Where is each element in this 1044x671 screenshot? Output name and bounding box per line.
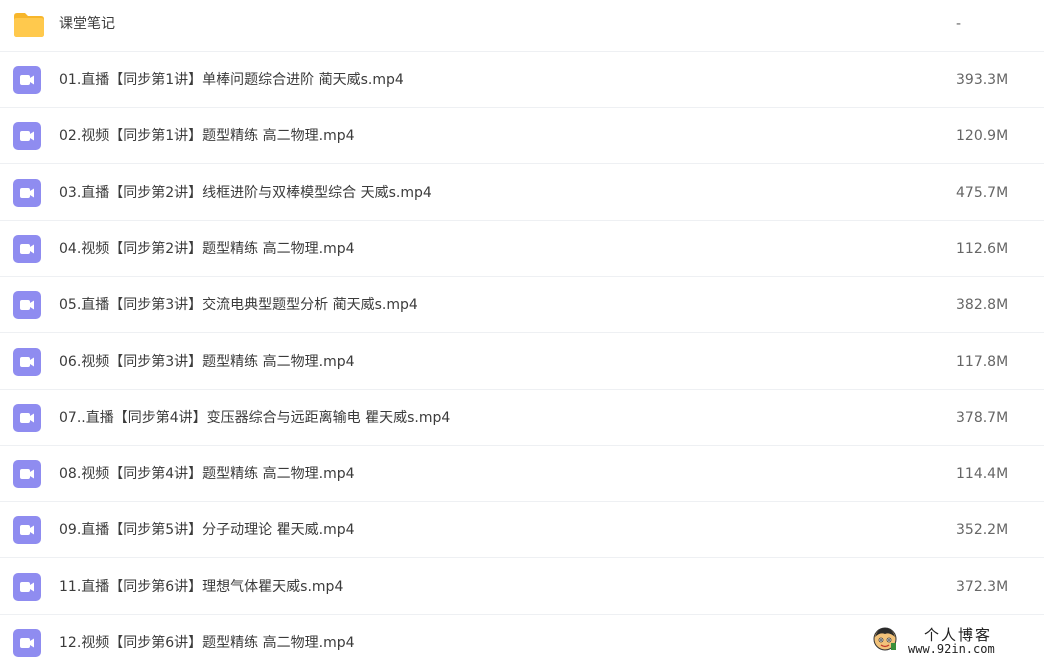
video-icon bbox=[13, 348, 41, 376]
file-row[interactable]: 02.视频【同步第1讲】题型精练 高二物理.mp4 120.9M bbox=[0, 108, 1044, 164]
file-row[interactable]: 04.视频【同步第2讲】题型精练 高二物理.mp4 112.6M bbox=[0, 221, 1044, 277]
folder-icon bbox=[13, 10, 44, 38]
file-size: 114.4M bbox=[956, 466, 1009, 482]
file-row[interactable]: 08.视频【同步第4讲】题型精练 高二物理.mp4 114.4M bbox=[0, 446, 1044, 502]
file-row[interactable]: 11.直播【同步第6讲】理想气体瞿天威s.mp4 372.3M bbox=[0, 559, 1044, 615]
video-icon bbox=[13, 573, 41, 601]
file-size: 382.8M bbox=[956, 297, 1009, 313]
file-size: 378.7M bbox=[956, 410, 1009, 426]
video-icon bbox=[13, 235, 41, 263]
file-name: 07..直播【同步第4讲】变压器综合与远距离输电 瞿天威s.mp4 bbox=[59, 410, 451, 426]
video-icon bbox=[13, 460, 41, 488]
folder-row[interactable]: 课堂笔记 - bbox=[0, 0, 1044, 52]
file-name: 01.直播【同步第1讲】单棒问题综合进阶 蔺天威s.mp4 bbox=[59, 72, 404, 88]
file-name: 04.视频【同步第2讲】题型精练 高二物理.mp4 bbox=[59, 241, 355, 257]
video-icon bbox=[13, 516, 41, 544]
video-icon bbox=[13, 122, 41, 150]
file-size: - bbox=[956, 16, 962, 32]
file-size: 372.3M bbox=[956, 579, 1009, 595]
file-row[interactable]: 07..直播【同步第4讲】变压器综合与远距离输电 瞿天威s.mp4 378.7M bbox=[0, 390, 1044, 446]
file-name: 11.直播【同步第6讲】理想气体瞿天威s.mp4 bbox=[59, 579, 344, 595]
file-name: 09.直播【同步第5讲】分子动理论 瞿天威.mp4 bbox=[59, 522, 355, 538]
video-icon bbox=[13, 629, 41, 657]
mascot-icon bbox=[872, 626, 898, 652]
file-size: 393.3M bbox=[956, 72, 1009, 88]
file-name: 课堂笔记 bbox=[59, 16, 115, 32]
blog-watermark: 个人博客 www.92in.com bbox=[872, 624, 1040, 658]
file-name: 02.视频【同步第1讲】题型精练 高二物理.mp4 bbox=[59, 128, 355, 144]
file-size: 112.6M bbox=[956, 241, 1009, 257]
file-size: 352.2M bbox=[956, 522, 1009, 538]
file-size: 475.7M bbox=[956, 185, 1009, 201]
watermark-url: www.92in.com bbox=[908, 642, 995, 656]
file-size: 120.9M bbox=[956, 128, 1009, 144]
video-icon bbox=[13, 179, 41, 207]
video-icon bbox=[13, 291, 41, 319]
file-name: 03.直播【同步第2讲】线框进阶与双棒模型综合 天威s.mp4 bbox=[59, 185, 432, 201]
video-icon bbox=[13, 404, 41, 432]
file-row[interactable]: 03.直播【同步第2讲】线框进阶与双棒模型综合 天威s.mp4 475.7M bbox=[0, 165, 1044, 221]
video-icon bbox=[13, 66, 41, 94]
file-row[interactable]: 06.视频【同步第3讲】题型精练 高二物理.mp4 117.8M bbox=[0, 334, 1044, 390]
file-name: 06.视频【同步第3讲】题型精练 高二物理.mp4 bbox=[59, 354, 355, 370]
file-name: 05.直播【同步第3讲】交流电典型题型分析 蔺天威s.mp4 bbox=[59, 297, 418, 313]
file-name: 12.视频【同步第6讲】题型精练 高二物理.mp4 bbox=[59, 635, 355, 651]
file-row[interactable]: 09.直播【同步第5讲】分子动理论 瞿天威.mp4 352.2M bbox=[0, 502, 1044, 558]
file-row[interactable]: 05.直播【同步第3讲】交流电典型题型分析 蔺天威s.mp4 382.8M bbox=[0, 277, 1044, 333]
file-name: 08.视频【同步第4讲】题型精练 高二物理.mp4 bbox=[59, 466, 355, 482]
file-size: 117.8M bbox=[956, 354, 1009, 370]
file-list: 课堂笔记 - 01.直播【同步第1讲】单棒问题综合进阶 蔺天威s.mp4 393… bbox=[0, 0, 1044, 661]
file-row[interactable]: 01.直播【同步第1讲】单棒问题综合进阶 蔺天威s.mp4 393.3M bbox=[0, 52, 1044, 108]
